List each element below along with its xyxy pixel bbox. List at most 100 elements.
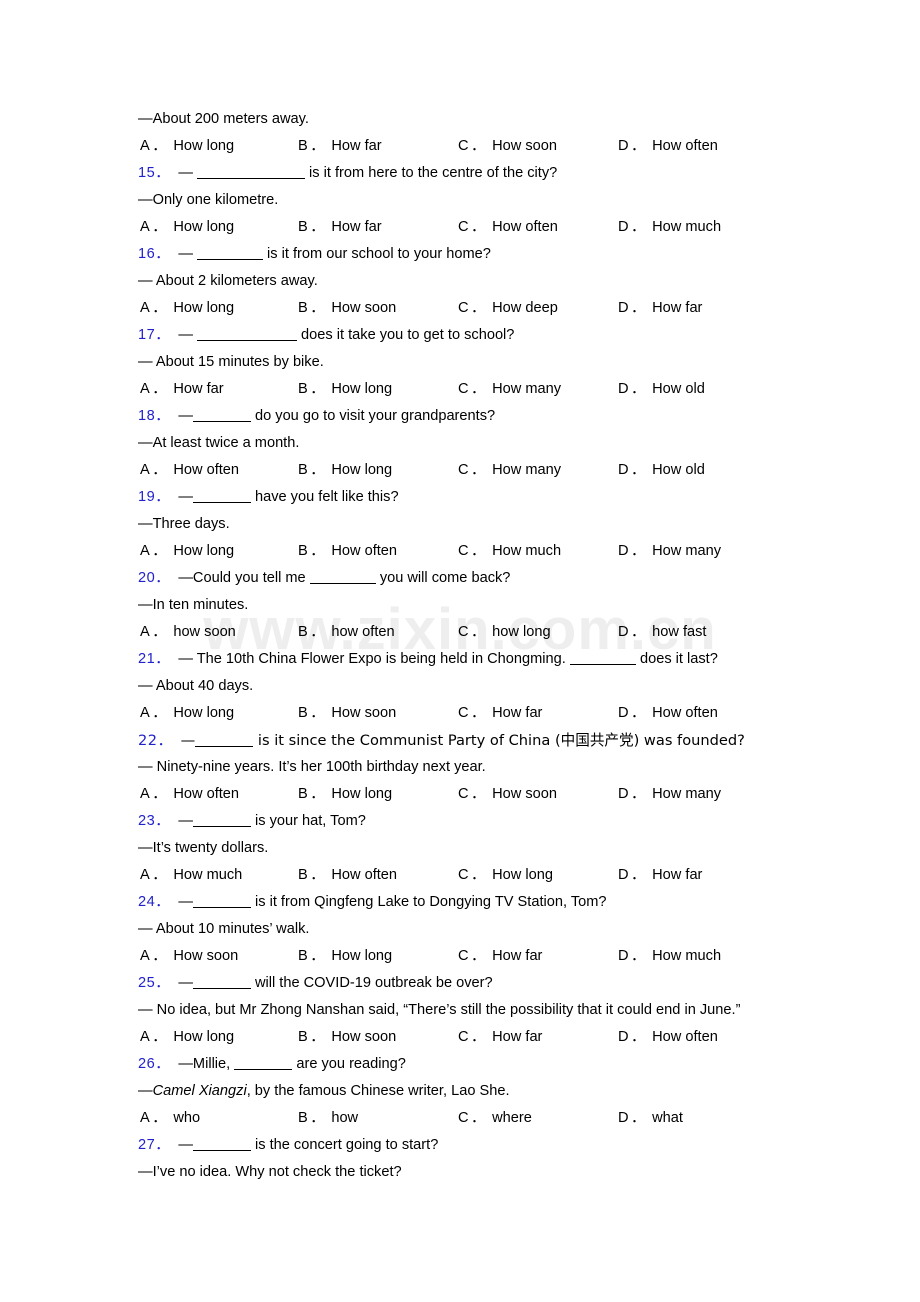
option-c[interactable]: C． How soon (458, 781, 557, 808)
option-letter: A． (140, 624, 170, 640)
option-text: How many (652, 786, 722, 802)
option-d[interactable]: D． how fast (618, 619, 707, 646)
option-row: A． How long B． How soon C． How far D． How of… (138, 1024, 898, 1051)
option-text: How long (492, 867, 553, 883)
option-text: How many (492, 381, 562, 397)
option-letter: A． (140, 138, 170, 154)
option-c[interactable]: C． How many (458, 457, 561, 484)
option-a[interactable]: A． How soon (140, 943, 238, 970)
option-b[interactable]: B． how often (298, 619, 395, 646)
answer-line: —About 200 meters away. (138, 111, 309, 127)
answer-blank[interactable] (192, 1139, 251, 1151)
option-text: How old (652, 462, 705, 478)
option-d[interactable]: D． How far (618, 862, 702, 889)
option-a[interactable]: A． how soon (140, 619, 236, 646)
option-letter: C． (458, 381, 489, 397)
option-b[interactable]: B． How long (298, 457, 392, 484)
option-text: How much (492, 543, 562, 559)
option-b[interactable]: B． How often (298, 538, 397, 565)
option-text: what (652, 1110, 683, 1126)
answer-blank[interactable] (195, 735, 254, 747)
option-letter: D． (618, 867, 649, 883)
option-text: How far (652, 300, 703, 316)
option-c[interactable]: C． How soon (458, 133, 557, 160)
option-b[interactable]: B． How often (298, 862, 397, 889)
option-b[interactable]: B． How long (298, 376, 392, 403)
answer-blank[interactable] (196, 167, 305, 179)
question-text: is the concert going to start? (254, 1137, 439, 1153)
option-b[interactable]: B． How soon (298, 1024, 396, 1051)
answer-blank[interactable] (196, 248, 263, 260)
option-b[interactable]: B． How long (298, 781, 392, 808)
option-b[interactable]: B． How soon (298, 295, 396, 322)
option-a[interactable]: A． How long (140, 133, 234, 160)
question-line-25: 25． — will the COVID-19 outbreak be over? (138, 970, 898, 997)
answer-blank[interactable] (569, 653, 636, 665)
option-d[interactable]: D． How often (618, 1024, 718, 1051)
option-d[interactable]: D． How old (618, 457, 705, 484)
option-a[interactable]: A． who (140, 1105, 200, 1132)
option-a[interactable]: A． How long (140, 538, 234, 565)
option-c[interactable]: C． How far (458, 943, 542, 970)
answer-blank[interactable] (192, 977, 251, 989)
question-line-21: 21． — The 10th China Flower Expo is being… (138, 646, 898, 673)
question-number: 19． (138, 489, 171, 505)
answer-blank[interactable] (234, 1058, 293, 1070)
option-c[interactable]: C． where (458, 1105, 532, 1132)
dash: — (180, 732, 196, 749)
option-a[interactable]: A． How often (140, 781, 239, 808)
answer-blank[interactable] (309, 572, 376, 584)
option-letter: C． (458, 1110, 489, 1126)
option-a[interactable]: A． How often (140, 457, 239, 484)
option-text: How old (652, 381, 705, 397)
option-text: how often (331, 624, 395, 640)
answer-blank[interactable] (196, 329, 297, 341)
option-letter: D． (618, 624, 649, 640)
option-d[interactable]: D． How many (618, 781, 721, 808)
answer-blank[interactable] (192, 896, 251, 908)
option-letter: B． (298, 948, 328, 964)
option-b[interactable]: B． How soon (298, 700, 396, 727)
option-letter: B． (298, 1029, 328, 1045)
option-d[interactable]: D． How old (618, 376, 705, 403)
option-a[interactable]: A． How far (140, 376, 224, 403)
option-c[interactable]: C． how long (458, 619, 551, 646)
option-d[interactable]: D． How much (618, 943, 721, 970)
option-a[interactable]: A． How long (140, 295, 234, 322)
answer-blank[interactable] (192, 410, 251, 422)
answer-line: — Ninety-nine years. It’s her 100th birt… (138, 759, 486, 775)
option-b[interactable]: B． how (298, 1105, 358, 1132)
option-c[interactable]: C． How far (458, 1024, 542, 1051)
option-text: How often (331, 543, 398, 559)
option-d[interactable]: D． what (618, 1105, 683, 1132)
option-d[interactable]: D． How often (618, 133, 718, 160)
option-letter: D． (618, 381, 649, 397)
option-a[interactable]: A． How much (140, 862, 242, 889)
option-d[interactable]: D． How much (618, 214, 721, 241)
option-a[interactable]: A． How long (140, 1024, 234, 1051)
option-d[interactable]: D． How often (618, 700, 718, 727)
option-c[interactable]: C． How many (458, 376, 561, 403)
option-a[interactable]: A． How long (140, 214, 234, 241)
option-c[interactable]: C． How much (458, 538, 561, 565)
question-line-27: 27． — is the concert going to start? (138, 1132, 898, 1159)
option-b[interactable]: B． How far (298, 133, 382, 160)
answer-line: —Camel Xiangzi, by the famous Chinese wr… (138, 1078, 898, 1105)
option-c[interactable]: C． How long (458, 862, 553, 889)
option-b[interactable]: B． How long (298, 943, 392, 970)
answer-blank[interactable] (192, 815, 251, 827)
answer-blank[interactable] (192, 491, 251, 503)
question-number: 17． (138, 327, 171, 343)
option-c[interactable]: C． How far (458, 700, 542, 727)
book-title: Camel Xiangzi (152, 1083, 247, 1099)
answer-rest: , by the famous Chinese writer, Lao She. (246, 1083, 510, 1099)
option-c[interactable]: C． How often (458, 214, 558, 241)
option-d[interactable]: D． How many (618, 538, 721, 565)
answer-line: — About 10 minutes’ walk. (138, 921, 310, 937)
option-b[interactable]: B． How far (298, 214, 382, 241)
option-c[interactable]: C． How deep (458, 295, 558, 322)
option-a[interactable]: A． How long (140, 700, 234, 727)
option-d[interactable]: D． How far (618, 295, 702, 322)
question-number: 21． (138, 651, 171, 667)
question-text: is your hat, Tom? (254, 813, 366, 829)
